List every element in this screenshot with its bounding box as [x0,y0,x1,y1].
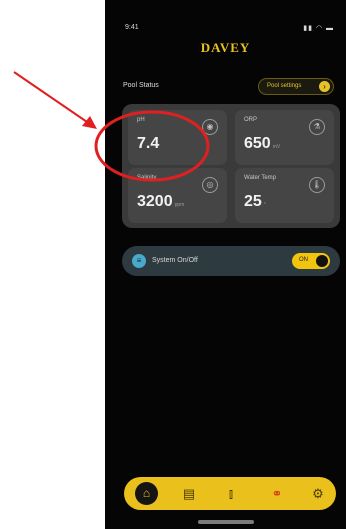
orp-tile[interactable]: ORP ⚗ 650 mV [235,110,334,165]
status-time: 9:41 [125,24,139,31]
app-logo: DAVEY [200,40,251,55]
home-icon[interactable]: ⌂ [135,482,158,505]
tile-label: Water Temp [244,175,277,181]
water-temp-tile[interactable]: Water Temp 🌡 25 ° [235,168,334,223]
toggle-knob [316,255,328,267]
chart-icon[interactable]: ⫾ [221,484,241,504]
pool-settings-label: Pool settings [267,83,302,89]
flask-icon: ⚗ [309,119,325,135]
tile-value: 650 mV [244,135,281,152]
system-icon: ≡ [132,254,146,268]
ph-tile[interactable]: pH ◉ 7.4 [128,110,227,165]
toggle-state-label: ON [299,257,308,263]
tile-label: ORP [244,117,258,123]
tile-value: 7.4 [137,135,160,152]
tile-label: Salinity [137,175,157,181]
tile-value: 3200 ppm [137,193,185,210]
system-toggle-switch[interactable]: ON [292,253,330,269]
chevron-right-icon: › [319,81,330,92]
home-indicator [198,520,254,524]
annotation-arrow-line [13,71,91,125]
system-toggle-label: System On/Off [152,257,198,264]
bottom-nav: ⌂ ▤ ⫾ ⚭ ⚙ [124,477,336,510]
chemicals-icon[interactable]: ⚭ [267,484,287,504]
calendar-icon[interactable]: ▤ [179,484,199,504]
phone-screen: 9:41 ▮▮ ◠ ▬ DAVEY Pool Status Pool setti… [105,0,346,529]
salinity-tile[interactable]: Salinity ◎ 3200 ppm [128,168,227,223]
thermometer-icon: 🌡 [309,177,325,193]
pool-status-card: pH ◉ 7.4 ORP ⚗ 650 mV Salinity ◎ 3200 ppm … [122,104,340,228]
status-icons: ▮▮ ◠ ▬ [303,25,334,32]
system-toggle-row: ≡ System On/Off ON [122,246,340,276]
gear-icon[interactable]: ⚙ [308,484,328,504]
annotation-arrowhead [82,116,97,129]
pool-settings-button[interactable]: Pool settings › [258,78,334,95]
ph-icon: ◉ [202,119,218,135]
salt-icon: ◎ [202,177,218,193]
pool-status-title: Pool Status [123,82,159,89]
tile-label: pH [137,117,145,123]
tile-value: 25 ° [244,193,266,210]
